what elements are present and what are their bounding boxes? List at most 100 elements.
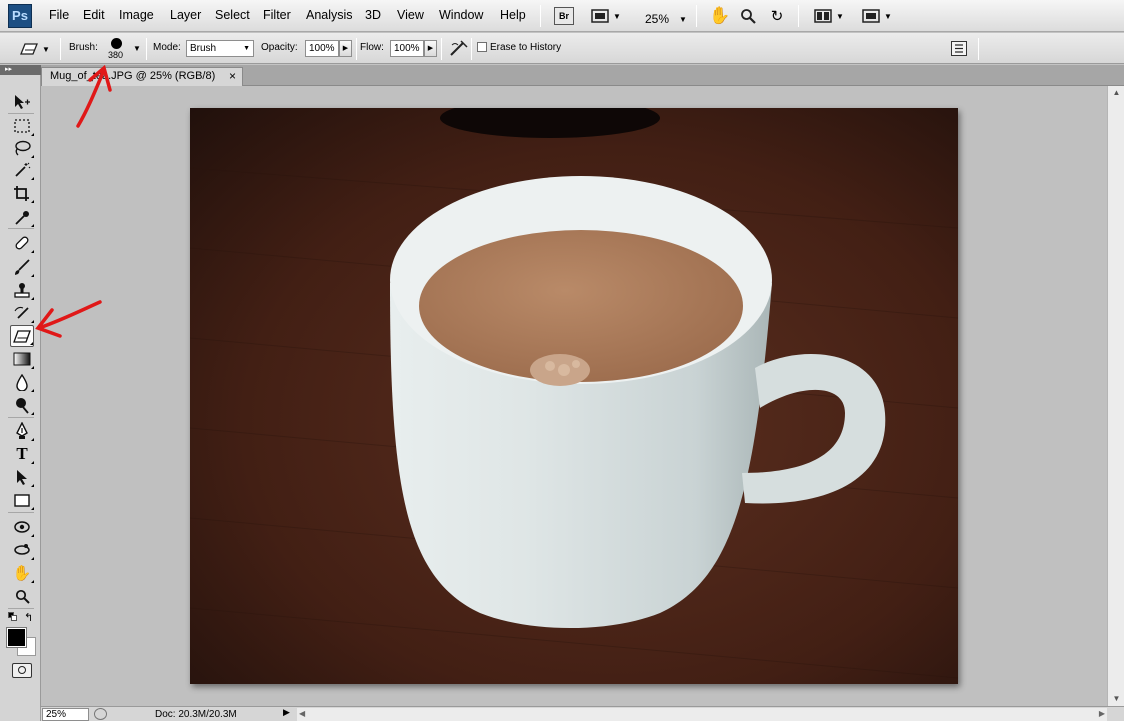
foreground-color-swatch[interactable] <box>6 627 27 648</box>
document-image[interactable] <box>190 108 958 684</box>
brush-preset-picker[interactable]: 380 <box>106 36 128 63</box>
chevron-down-icon[interactable]: ▼ <box>133 44 141 53</box>
screen-mode-button[interactable]: ▼ <box>858 5 896 27</box>
tool-separator <box>8 512 34 513</box>
lasso-tool[interactable] <box>10 137 34 159</box>
airbrush-button[interactable] <box>449 39 469 58</box>
shape-tool[interactable] <box>10 489 34 511</box>
view-extras-button[interactable]: ▼ <box>588 5 624 27</box>
swap-colors-icon[interactable]: ↰ <box>24 611 33 624</box>
menu-help[interactable]: Help <box>500 8 526 22</box>
eyedropper-tool[interactable] <box>10 206 34 228</box>
blur-tool[interactable] <box>10 371 34 393</box>
rotate-view-button[interactable]: ↻ <box>766 5 788 27</box>
status-info-icon[interactable] <box>94 708 107 720</box>
path-selection-tool[interactable] <box>10 466 34 488</box>
type-tool[interactable]: T <box>10 443 34 465</box>
history-brush-tool[interactable] <box>10 302 34 324</box>
menu-window[interactable]: Window <box>439 8 483 22</box>
brush-tool[interactable] <box>10 256 34 278</box>
menu-file[interactable]: File <box>49 8 69 22</box>
quick-selection-tool[interactable] <box>10 159 34 181</box>
opacity-slider-button[interactable]: ▶ <box>339 40 352 57</box>
zoom-tool[interactable] <box>10 585 34 607</box>
default-colors-button[interactable] <box>8 612 18 622</box>
3d-rotate-tool[interactable] <box>10 516 34 538</box>
menu-separator <box>540 5 541 27</box>
scroll-down-arrow[interactable]: ▼ <box>1108 692 1124 706</box>
crop-icon <box>14 185 29 201</box>
document-tab-title: Mug_of_tea.JPG @ 25% (RGB/8) <box>50 70 216 82</box>
pen-tool[interactable] <box>10 420 34 442</box>
horizontal-scrollbar[interactable]: ◀ ▶ <box>297 708 1107 721</box>
status-zoom-field[interactable]: 25% <box>42 708 89 721</box>
move-tool[interactable] <box>10 91 34 113</box>
paintbrush-icon <box>15 258 30 275</box>
application-bar: Ps File Edit Image Layer Select Filter A… <box>0 0 1124 32</box>
menu-filter[interactable]: Filter <box>263 8 291 22</box>
mode-value: Brush <box>190 43 217 54</box>
collapse-panel-button[interactable]: ▸▸ <box>0 65 41 75</box>
menu-layer[interactable]: Layer <box>170 8 201 22</box>
default-colors-icon-bg <box>11 615 17 621</box>
hand-tool-button[interactable]: ✋ <box>709 5 731 27</box>
rectangle-shape-icon <box>14 493 30 507</box>
scroll-up-arrow[interactable]: ▲ <box>1108 86 1124 100</box>
chevron-down-icon: ▼ <box>243 45 250 52</box>
options-separator <box>356 38 357 60</box>
magnifier-icon <box>15 589 30 604</box>
rect-marquee-icon <box>14 119 30 133</box>
menu-analysis[interactable]: Analysis <box>306 8 353 22</box>
options-separator <box>978 38 979 60</box>
quick-mask-button[interactable] <box>12 663 32 678</box>
panel-menu-button[interactable] <box>951 41 967 56</box>
marquee-tool[interactable] <box>10 115 34 137</box>
zoom-level-dropdown[interactable]: 25% ▼ <box>645 8 687 30</box>
film-strip-icon <box>591 9 609 23</box>
tools-panel: ▸▸ T ✋ ↰ <box>0 65 41 721</box>
hand-tool[interactable]: ✋ <box>10 562 34 584</box>
scroll-right-arrow[interactable]: ▶ <box>1099 709 1105 718</box>
chevron-down-icon: ▼ <box>613 11 621 21</box>
stamp-icon <box>14 282 30 298</box>
gradient-tool[interactable] <box>10 348 34 370</box>
status-doc-size: Doc: 20.3M/20.3M <box>155 709 237 720</box>
vertical-scrollbar[interactable]: ▲ ▼ <box>1107 86 1124 706</box>
brush-label: Brush: <box>69 42 98 53</box>
tool-separator <box>8 228 34 229</box>
menu-edit[interactable]: Edit <box>83 8 105 22</box>
opacity-label: Opacity: <box>261 42 298 53</box>
canvas-area[interactable] <box>41 86 1107 706</box>
bridge-button[interactable]: Br <box>554 7 574 25</box>
photoshop-logo: Ps <box>8 4 32 28</box>
3d-rotate-icon <box>14 521 30 533</box>
menu-image[interactable]: Image <box>119 8 154 22</box>
zoom-tool-button[interactable] <box>737 5 759 27</box>
erase-to-history-checkbox[interactable] <box>477 42 487 52</box>
arrange-documents-button[interactable]: ▼ <box>810 5 848 27</box>
tool-separator <box>8 608 34 609</box>
crop-tool[interactable] <box>10 182 34 204</box>
options-separator <box>441 38 442 60</box>
eraser-icon <box>20 43 38 55</box>
tool-preset-picker[interactable]: ▼ <box>20 41 54 57</box>
flow-slider-button[interactable]: ▶ <box>424 40 437 57</box>
type-t-icon: T <box>16 444 28 463</box>
eraser-tool[interactable] <box>10 325 34 347</box>
mode-dropdown[interactable]: Brush ▼ <box>186 40 254 57</box>
3d-orbit-tool[interactable] <box>10 539 34 561</box>
close-icon[interactable]: × <box>229 68 236 85</box>
clone-stamp-tool[interactable] <box>10 279 34 301</box>
list-icon <box>955 44 963 53</box>
menu-3d[interactable]: 3D <box>365 8 381 22</box>
healing-brush-tool[interactable] <box>10 232 34 254</box>
status-menu-arrow[interactable]: ▶ <box>283 707 290 718</box>
menu-select[interactable]: Select <box>215 8 250 22</box>
flow-field[interactable]: 100% <box>390 40 424 57</box>
menu-view[interactable]: View <box>397 8 424 22</box>
dodge-tool[interactable] <box>10 394 34 416</box>
opacity-field[interactable]: 100% <box>305 40 339 57</box>
coffee-mug-photo <box>190 108 958 684</box>
scroll-left-arrow[interactable]: ◀ <box>299 709 305 718</box>
document-tab[interactable]: Mug_of_tea.JPG @ 25% (RGB/8) × <box>41 67 243 86</box>
